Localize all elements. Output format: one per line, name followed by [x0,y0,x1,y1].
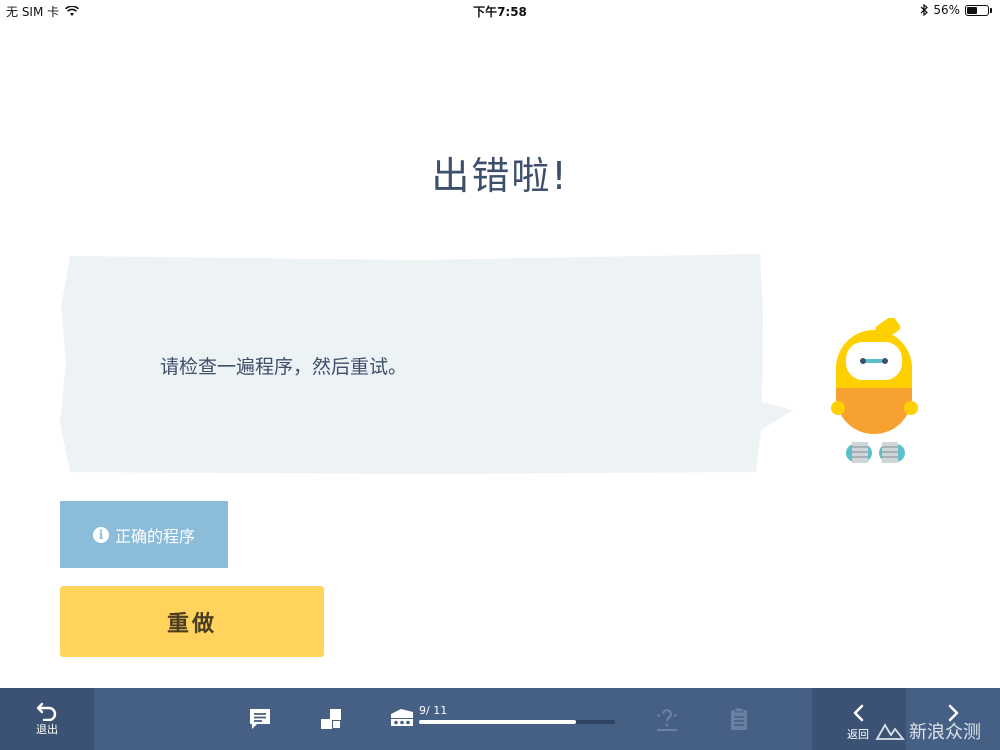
battery-percent: 56% [933,3,960,17]
robot-illustration [831,316,918,463]
back-label: 返回 [847,728,869,741]
battery-icon [965,4,989,16]
error-title: 出错啦! [431,154,569,198]
watermark: 新浪众测 [875,718,981,744]
redo-button[interactable]: 重做 [60,586,324,657]
status-bar: 无 SIM 卡 下午7:58 56% [0,0,1000,20]
info-icon: i [92,526,109,543]
watermark-text: 新浪众测 [909,722,981,743]
clipboard-icon[interactable] [726,706,752,732]
speech-bubble: 请检查一遍程序，然后重试。 [58,252,798,477]
undo-arrow-icon [36,702,57,721]
redo-label: 重做 [166,611,217,637]
hint-icon[interactable] [654,706,680,732]
blocks-icon[interactable] [318,706,344,732]
correct-program-label: 正确的程序 [114,526,195,546]
status-right: 56% [920,3,992,17]
robot-progress-icon [391,709,413,726]
watermark-logo-icon [875,723,905,740]
chevron-left-icon [853,704,864,722]
progress-count: 9/ 11 [419,704,448,717]
error-message: 请检查一遍程序，然后重试。 [160,356,408,378]
correct-program-button[interactable]: i 正确的程序 [60,501,228,568]
robot-mascot [825,316,925,472]
clock: 下午7:58 [473,5,527,19]
bottom-toolbar: 退出 9/ 11 返回 [0,688,1000,750]
progress-track [419,720,615,724]
battery-tip [990,7,992,13]
chat-icon[interactable] [247,706,273,732]
exit-label: 退出 [36,723,58,736]
bluetooth-icon [920,4,929,16]
progress-fill [419,720,576,724]
exit-button[interactable]: 退出 [0,688,94,750]
level-progress: 9/ 11 [389,702,615,732]
